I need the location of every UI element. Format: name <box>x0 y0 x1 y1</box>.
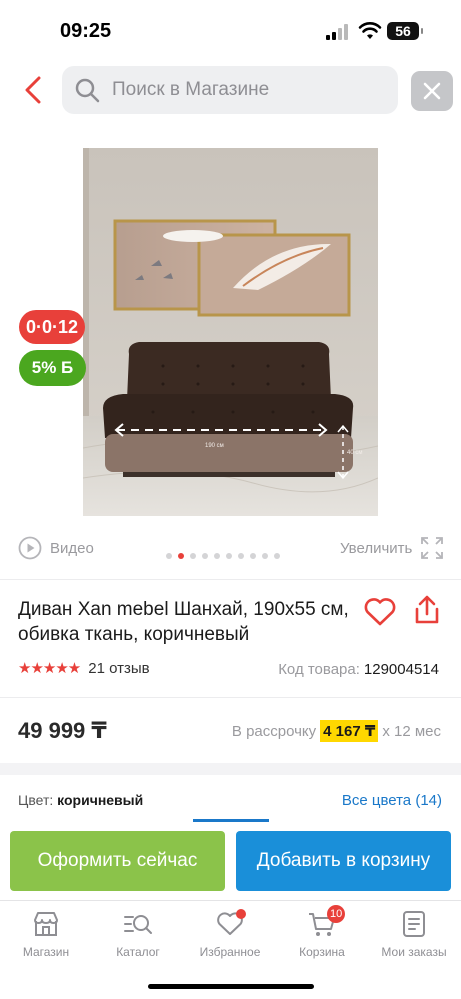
color-label: Цвет: <box>18 792 54 808</box>
width-marker-label: 190 см <box>205 443 224 449</box>
price: 49 999 ₸ <box>18 718 107 743</box>
product-code: Код товара: 129004514 <box>278 661 439 678</box>
divider <box>0 697 461 698</box>
expand-icon <box>421 537 444 559</box>
search-bar[interactable] <box>62 66 398 114</box>
star-rating-icon: ★★★★★ <box>18 660 81 677</box>
search-icon <box>75 78 100 103</box>
battery-level: 56 <box>395 23 411 39</box>
tab-favorites[interactable]: Избранное <box>184 909 276 965</box>
gallery-pagination[interactable] <box>166 553 280 559</box>
product-image[interactable]: 190 см 40 см <box>83 148 378 516</box>
installment-suffix: x 12 мес <box>382 722 441 740</box>
pagination-dot[interactable] <box>178 553 184 559</box>
bonus-badge: 5% Б <box>19 350 86 386</box>
pagination-dot[interactable] <box>238 553 244 559</box>
color-selection-indicator <box>193 819 269 822</box>
checkout-now-button[interactable]: Оформить сейчас <box>10 831 225 891</box>
play-circle-icon <box>18 536 42 560</box>
cart-count-badge: 10 <box>327 905 346 923</box>
color-selector-label: Цвет: коричневый <box>18 792 143 808</box>
share-icon[interactable] <box>412 594 442 626</box>
back-button[interactable] <box>18 72 48 108</box>
add-to-cart-button[interactable]: Добавить в корзину <box>236 831 451 891</box>
battery-icon: 56 <box>387 22 423 40</box>
status-time: 09:25 <box>60 20 112 42</box>
tab-label: Магазин <box>22 945 70 959</box>
status-bar: 09:25 56 <box>0 0 461 60</box>
pagination-dot[interactable] <box>166 553 172 559</box>
product-code-label: Код товара: <box>278 661 360 678</box>
video-button[interactable]: Видео <box>18 535 94 561</box>
pagination-dot[interactable] <box>262 553 268 559</box>
tab-label: Мои заказы <box>381 945 447 959</box>
shop-icon <box>34 912 58 936</box>
product-code-value: 129004514 <box>363 661 439 678</box>
pagination-dot[interactable] <box>214 553 220 559</box>
tab-orders[interactable]: Мои заказы <box>368 909 460 965</box>
installment-amount: 4 167 ₸ <box>320 720 379 742</box>
chevron-left-icon <box>25 76 41 104</box>
video-label: Видео <box>50 539 94 557</box>
close-icon <box>423 82 441 100</box>
rating[interactable]: ★★★★★ 21 отзыв <box>18 659 150 678</box>
tab-catalog[interactable]: Каталог <box>92 909 184 965</box>
tab-shop[interactable]: Магазин <box>0 909 92 965</box>
tab-label: Корзина <box>299 945 345 959</box>
pagination-dot[interactable] <box>226 553 232 559</box>
section-separator <box>0 763 461 775</box>
zoom-label: Увеличить <box>340 539 413 557</box>
favorites-notification-dot <box>236 909 246 919</box>
pagination-dot[interactable] <box>250 553 256 559</box>
catalog-search-icon <box>124 915 152 934</box>
pagination-dot[interactable] <box>190 553 196 559</box>
home-indicator <box>148 984 314 989</box>
pagination-dot[interactable] <box>274 553 280 559</box>
color-value: коричневый <box>57 792 144 808</box>
orders-icon <box>403 911 425 937</box>
divider <box>0 579 461 580</box>
tab-cart[interactable]: 10 Корзина <box>276 905 368 965</box>
cellular-signal-icon <box>326 24 352 40</box>
product-title: Диван Xan mebel Шанхай, 190x55 см, обивк… <box>18 599 349 645</box>
zoom-button[interactable]: Увеличить <box>340 535 444 561</box>
installment-prefix: В рассрочку <box>231 722 317 740</box>
search-input[interactable] <box>112 66 388 114</box>
tab-label: Каталог <box>116 945 160 959</box>
tab-label: Избранное <box>199 945 261 959</box>
sofa-photo: 190 см 40 см <box>83 148 378 516</box>
heart-icon[interactable] <box>363 597 397 627</box>
wifi-icon <box>358 22 382 39</box>
clear-search-button[interactable] <box>411 71 453 111</box>
reviews-link[interactable]: 21 отзыв <box>88 660 149 677</box>
installment-info[interactable]: В рассрочку 4 167 ₸ x 12 мес <box>232 720 441 742</box>
all-colors-link[interactable]: Все цвета (14) <box>342 792 442 809</box>
installment-badge: 0·0·12 <box>19 310 85 344</box>
pagination-dot[interactable] <box>202 553 208 559</box>
height-marker-label: 40 см <box>347 450 362 456</box>
